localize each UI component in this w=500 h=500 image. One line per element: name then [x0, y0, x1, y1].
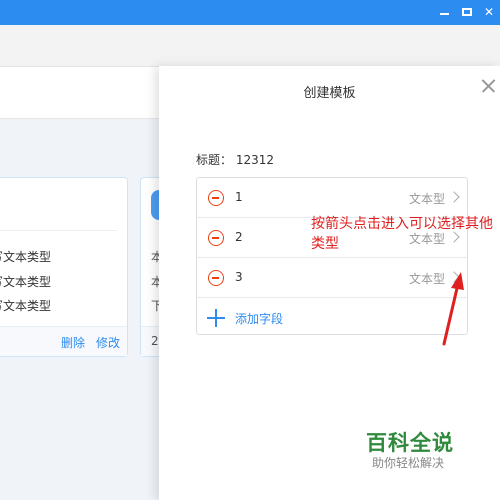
window-titlebar: ✕	[0, 0, 500, 25]
card-divider	[0, 230, 117, 231]
card-field-line: 写文本类型	[0, 275, 52, 289]
card-field-line: 写文本类型	[0, 250, 52, 264]
add-field-button[interactable]: 添加字段	[197, 298, 467, 336]
remove-field-icon[interactable]	[208, 230, 224, 246]
close-icon[interactable]	[479, 76, 499, 96]
minimize-icon[interactable]	[436, 4, 452, 20]
delete-link[interactable]: 删除	[61, 334, 85, 351]
toolbar	[0, 25, 500, 67]
red-arrow-icon	[442, 272, 464, 346]
field-type-selector[interactable]: 文本型	[409, 190, 445, 207]
edit-link[interactable]: 修改	[96, 334, 120, 351]
window-close-icon[interactable]: ✕	[481, 4, 497, 20]
add-field-label: 添加字段	[235, 312, 284, 326]
template-card[interactable]: 写文本类型 写文本类型 写文本类型 删除 修改	[0, 177, 128, 357]
watermark-logo-text: 百科全说	[366, 431, 454, 455]
field-list: 1 文本型 2 文本型 3 文本型 添加字段	[196, 177, 468, 335]
field-name: 2	[235, 230, 243, 244]
field-name: 1	[235, 190, 243, 204]
template-title-text: 标题： 12312	[196, 153, 274, 167]
chevron-right-icon[interactable]	[448, 191, 460, 203]
card-text-fragment: 2	[151, 334, 159, 348]
plus-icon	[207, 309, 225, 327]
watermark-slogan: 助你轻松解决	[372, 456, 445, 470]
field-row: 3 文本型	[197, 258, 467, 298]
card-field-line: 写文本类型	[0, 299, 52, 313]
annotation-text: 按箭头点击进入可以选择其他类型	[311, 216, 493, 252]
drawer-title: 创建模板	[303, 86, 356, 101]
field-row: 1 文本型	[197, 178, 467, 218]
maximize-icon[interactable]	[459, 4, 475, 20]
background-header	[0, 67, 160, 119]
field-name: 3	[235, 270, 243, 284]
remove-field-icon[interactable]	[208, 270, 224, 286]
remove-field-icon[interactable]	[208, 190, 224, 206]
